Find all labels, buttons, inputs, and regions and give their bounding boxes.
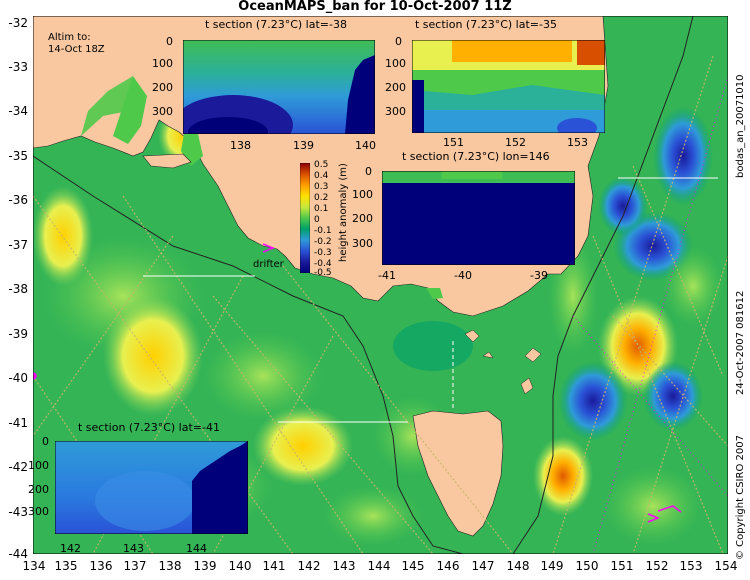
colorbar: 0.5 0.4 0.3 0.2 0.1 0 -0.1 -0.2 -0.3 -0.… (300, 160, 360, 278)
lat-tick: -39 (8, 327, 28, 341)
lat-tick: -33 (8, 60, 28, 74)
depth-tick: 200 (28, 483, 49, 496)
lon-tick: 152 (645, 559, 669, 573)
map-title: OceanMAPS_ban for 10-Oct-2007 11Z (238, 0, 512, 14)
depth-tick: 300 (152, 105, 173, 118)
colorbar-tick: -0.1 (314, 226, 332, 236)
lon-tick: 140 (355, 139, 376, 152)
depth-tick: 200 (152, 81, 173, 94)
lon-tick: 143 (332, 559, 356, 573)
depth-tick: 0 (395, 35, 402, 48)
timestamp-label: 24-Oct-2007 081612 (735, 290, 746, 395)
colorbar-swatch (300, 163, 310, 273)
lon-tick: 153 (679, 559, 703, 573)
drifter-label: drifter (253, 259, 284, 270)
depth-tick: 0 (166, 35, 173, 48)
depth-tick: 200 (385, 81, 406, 94)
depth-tick: 100 (385, 57, 406, 70)
colorbar-label: height anomaly (m) (338, 163, 349, 262)
section-title: t section (7.23°C) lat=-41 (78, 421, 220, 434)
run-id-label: bodas_an_20071010 (735, 74, 746, 178)
lat-tick: -42 (8, 460, 28, 474)
lat-tick: -39 (530, 269, 548, 282)
section-panel (412, 40, 605, 133)
section-panel (55, 441, 248, 534)
colorbar-tick: -0.2 (314, 237, 332, 247)
lat-tick: -38 (8, 282, 28, 296)
lon-tick: 148 (506, 559, 530, 573)
lat-tick: -41 (8, 416, 28, 430)
altim-line-2: 14-Oct 18Z (48, 44, 105, 55)
lon-tick: 150 (575, 559, 599, 573)
section-title: t section (7.23°C) lat=-38 (205, 18, 347, 31)
lon-tick: 144 (367, 559, 391, 573)
lon-tick: 142 (297, 559, 321, 573)
lat-tick: -40 (454, 269, 472, 282)
lon-tick: 149 (540, 559, 564, 573)
lat-tick: -43 (8, 505, 28, 519)
lon-tick: 136 (89, 559, 113, 573)
section-panel (382, 171, 575, 265)
lon-tick: 140 (228, 559, 252, 573)
depth-tick: 100 (152, 57, 173, 70)
section-title: t section (7.23°C) lon=146 (402, 150, 550, 163)
depth-tick: 100 (28, 459, 49, 472)
altim-line-1: Altim to: (48, 32, 91, 43)
colorbar-tick: 0.4 (314, 171, 329, 181)
lat-tick: -34 (8, 104, 28, 118)
lat-tick: -37 (8, 238, 28, 252)
lon-tick: 152 (505, 136, 526, 149)
lat-tick: -32 (8, 16, 28, 30)
section-panel (183, 40, 375, 134)
lon-tick: 151 (610, 559, 634, 573)
lon-tick: 139 (193, 559, 217, 573)
copyright-label: © Copyright CSIRO 2007 (735, 435, 746, 560)
colorbar-tick: 0.2 (314, 193, 329, 203)
altimetry-label: Altim to: 14-Oct 18Z (48, 32, 105, 56)
lat-tick: -41 (378, 269, 396, 282)
lon-tick: 134 (22, 559, 46, 573)
colorbar-tick: 0 (314, 215, 320, 225)
depth-tick: 0 (365, 165, 372, 178)
section-title: t section (7.23°C) lat=-35 (415, 18, 557, 31)
lon-tick: 153 (567, 136, 588, 149)
lon-tick: 154 (714, 559, 738, 573)
lat-tick: -36 (8, 193, 28, 207)
lat-tick: -40 (8, 371, 28, 385)
colorbar-tick: 0.5 (314, 160, 329, 170)
colorbar-tick: 0.3 (314, 182, 329, 192)
lon-tick: 142 (60, 542, 81, 555)
depth-tick: 300 (28, 505, 49, 518)
depth-tick: 0 (42, 435, 49, 448)
colorbar-tick: -0.3 (314, 248, 332, 258)
lon-tick: 146 (436, 559, 460, 573)
lon-tick: 143 (123, 542, 144, 555)
lon-tick: 151 (443, 136, 464, 149)
lon-tick: 137 (123, 559, 147, 573)
colorbar-tick: -0.5 (314, 268, 332, 278)
lon-tick: 144 (186, 542, 207, 555)
lon-tick: 139 (293, 139, 314, 152)
lon-tick: 141 (262, 559, 286, 573)
lon-tick: 138 (158, 559, 182, 573)
lon-tick: 135 (54, 559, 78, 573)
lat-tick: -35 (8, 149, 28, 163)
colorbar-tick: 0.1 (314, 204, 329, 214)
depth-tick: 300 (385, 105, 406, 118)
lon-tick: 145 (401, 559, 425, 573)
lon-tick: 147 (471, 559, 495, 573)
lon-tick: 138 (230, 139, 251, 152)
